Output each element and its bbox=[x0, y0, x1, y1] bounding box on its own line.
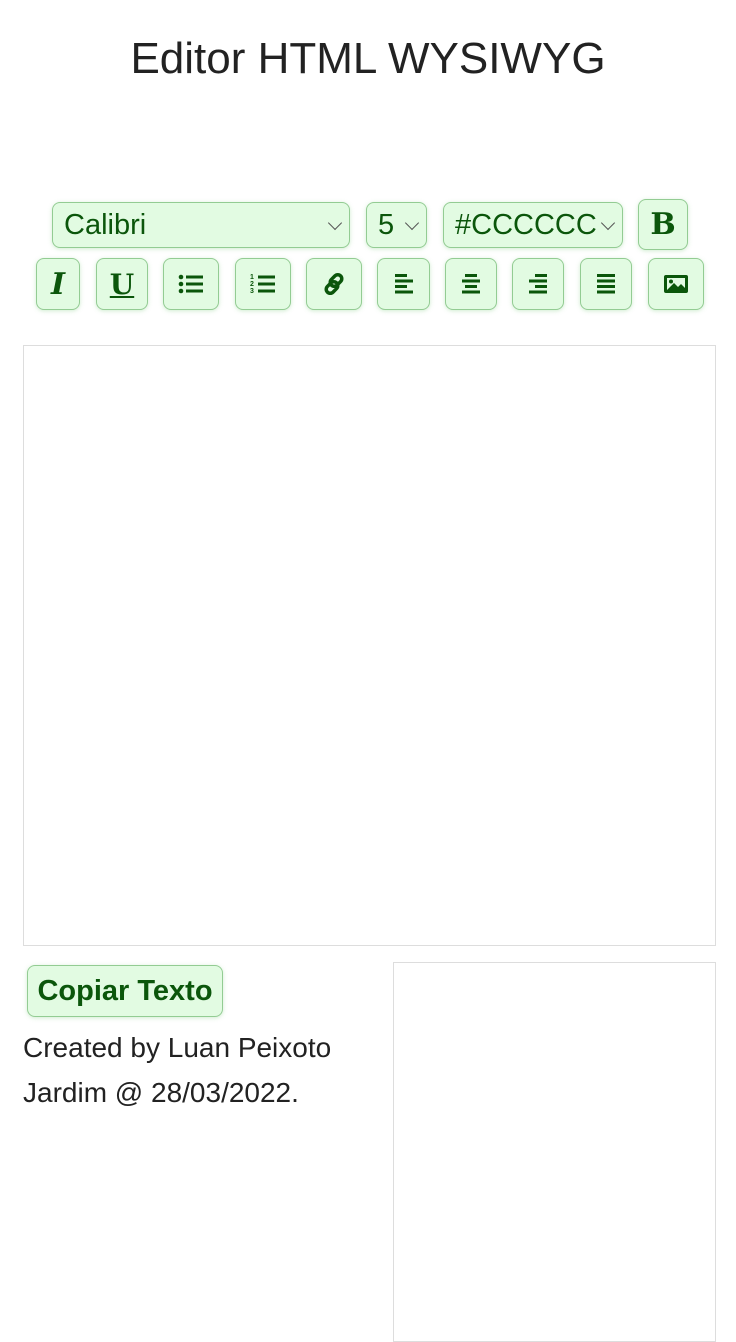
align-justify-icon bbox=[597, 274, 615, 294]
svg-text:2: 2 bbox=[250, 281, 254, 288]
bullet-list-icon bbox=[178, 274, 203, 294]
credit-line-1: Created by Luan Peixoto bbox=[23, 1032, 332, 1063]
image-icon bbox=[664, 275, 688, 293]
underline-icon: U bbox=[109, 267, 135, 301]
link-icon bbox=[324, 272, 344, 296]
html-output-area[interactable] bbox=[393, 962, 716, 1342]
credit-text: Created by Luan Peixoto Jardim @ 28/03/2… bbox=[23, 1025, 373, 1115]
align-center-icon bbox=[462, 274, 480, 294]
copy-text-button[interactable]: Copiar Texto bbox=[27, 965, 223, 1017]
svg-text:1: 1 bbox=[250, 274, 254, 281]
svg-text:3: 3 bbox=[250, 288, 254, 295]
align-left-icon bbox=[394, 274, 413, 294]
italic-button[interactable]: I bbox=[36, 258, 80, 310]
credit-line-2: Jardim @ 28/03/2022. bbox=[23, 1077, 299, 1108]
font-color-select[interactable]: #CCCCCC bbox=[443, 202, 623, 248]
font-size-select[interactable]: 5 bbox=[366, 202, 427, 248]
numbered-list-button[interactable]: 123 bbox=[235, 258, 291, 310]
chevron-down-icon bbox=[327, 215, 343, 231]
font-family-select[interactable]: Calibri bbox=[52, 202, 350, 248]
bullet-list-button[interactable] bbox=[163, 258, 219, 310]
numbered-list-icon: 123 bbox=[250, 274, 275, 295]
insert-image-button[interactable] bbox=[648, 258, 704, 310]
chevron-down-icon bbox=[600, 215, 616, 231]
page-title: Editor HTML WYSIWYG bbox=[130, 34, 606, 83]
italic-icon: I bbox=[50, 266, 66, 302]
align-right-button[interactable] bbox=[512, 258, 564, 310]
font-size-value: 5 bbox=[378, 208, 395, 241]
bold-icon: B bbox=[650, 207, 676, 242]
link-button[interactable] bbox=[306, 258, 362, 310]
underline-button[interactable]: U bbox=[96, 258, 148, 310]
align-center-button[interactable] bbox=[445, 258, 497, 310]
font-family-value: Calibri bbox=[64, 208, 147, 241]
align-left-button[interactable] bbox=[377, 258, 430, 310]
align-justify-button[interactable] bbox=[580, 258, 632, 310]
font-color-value: #CCCCCC bbox=[455, 208, 597, 241]
copy-text-label: Copiar Texto bbox=[37, 974, 213, 1007]
bold-button[interactable]: B bbox=[638, 199, 688, 250]
chevron-down-icon bbox=[404, 215, 420, 231]
editor-area[interactable] bbox=[23, 345, 716, 946]
align-right-icon bbox=[529, 274, 547, 294]
